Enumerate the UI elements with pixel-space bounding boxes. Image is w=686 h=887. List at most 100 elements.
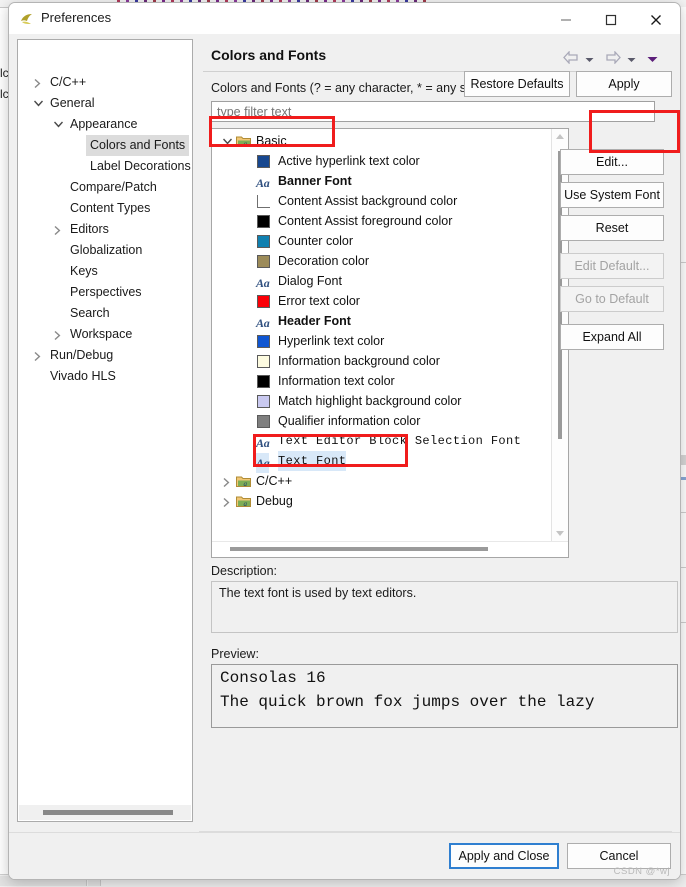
sidebar-item-vivado-hls[interactable]: Vivado HLS (18, 366, 192, 387)
watermark-text: CSDN @*wj (613, 866, 670, 877)
tree-row[interactable]: a Debug (212, 491, 551, 511)
sidebar-scroll-thumb[interactable] (43, 810, 173, 815)
tree-row[interactable]: Error text color (212, 291, 551, 311)
chevron-right-icon[interactable] (30, 345, 46, 366)
tree-row[interactable]: Aa Header Font (212, 311, 551, 331)
sidebar-item-run-debug[interactable]: Run/Debug (18, 345, 192, 366)
sidebar-item-label: Content Types (70, 201, 151, 215)
tree-row[interactable]: Match highlight background color (212, 391, 551, 411)
chevron-right-icon[interactable] (220, 491, 234, 511)
sidebar-item-label: C/C++ (50, 75, 87, 89)
dialog-footer: Apply and Close Cancel CSDN @*wj (9, 832, 680, 879)
colors-fonts-filter-input[interactable] (211, 101, 655, 122)
sidebar-item-label-decorations[interactable]: Label Decorations (18, 156, 192, 177)
tree-item-label: Decoration color (278, 254, 370, 268)
colors-and-fonts-tree[interactable]: a Basic Active hyperlink text color Aa Banne… (211, 128, 569, 558)
use-system-font-button[interactable]: Use System Font (560, 182, 664, 208)
preview-line: The quick brown fox jumps over the lazy (220, 693, 595, 711)
tree-row[interactable]: Aa Text Font (212, 451, 551, 473)
sidebar-item-label: Workspace (70, 327, 133, 341)
edit-button[interactable]: Edit... (560, 149, 664, 175)
back-menu-chevron-down-icon[interactable] (585, 52, 594, 66)
sidebar-item-appearance[interactable]: Appearance (18, 114, 192, 135)
description-text: The text font is used by text editors. (219, 586, 417, 600)
tree-row[interactable]: Aa Dialog Font (212, 271, 551, 291)
chevron-down-icon[interactable] (220, 131, 234, 151)
sidebar-item-editors[interactable]: Editors (18, 219, 192, 240)
apply-and-close-button[interactable]: Apply and Close (449, 843, 559, 869)
forward-menu-chevron-down-icon[interactable] (627, 52, 636, 66)
navigation-controls (563, 50, 666, 71)
sidebar-item-compare-patch[interactable]: Compare/Patch (18, 177, 192, 198)
sidebar-item-content-types[interactable]: Content Types (18, 198, 192, 219)
maximize-icon[interactable] (589, 3, 634, 34)
svg-text:a: a (244, 480, 248, 488)
tree-item-label: Qualifier information color (278, 414, 421, 428)
back-arrow-icon[interactable] (563, 50, 579, 67)
chevron-right-icon[interactable] (50, 219, 66, 240)
dialog-title-bar: Preferences (9, 3, 680, 35)
preview-box: Consolas 16 The quick brown fox jumps ov… (211, 664, 678, 728)
scroll-down-arrow-icon[interactable] (556, 531, 564, 536)
chevron-right-icon[interactable] (30, 72, 46, 93)
restore-defaults-button[interactable]: Restore Defaults (464, 71, 570, 97)
tree-row[interactable]: a C/C++ (212, 471, 551, 491)
main-panel: Colors and Fonts Colors and Fonts (? = a… (199, 39, 678, 827)
sidebar-item-c-c[interactable]: C/C++ (18, 72, 192, 93)
tree-item-label: Information background color (278, 354, 440, 368)
sidebar-item-workspace[interactable]: Workspace (18, 324, 192, 345)
chevron-down-icon[interactable] (30, 93, 46, 114)
sidebar-item-colors-and-fonts[interactable]: Colors and Fonts (18, 135, 192, 156)
apply-button[interactable]: Apply (576, 71, 672, 97)
tree-group-label: Basic (256, 134, 287, 148)
tree-row[interactable]: Aa Banner Font (212, 171, 551, 191)
color-swatch (257, 355, 270, 368)
color-swatch (257, 295, 270, 308)
tree-item-label: Match highlight background color (278, 394, 462, 408)
sidebar-item-label: Perspectives (70, 285, 142, 299)
font-sample-icon: Aa (256, 316, 270, 330)
sidebar-horizontal-scrollbar[interactable] (19, 805, 191, 820)
sidebar-item-globalization[interactable]: Globalization (18, 240, 192, 261)
tree-item-label: Banner Font (278, 174, 352, 188)
tree-item-label: Dialog Font (278, 274, 342, 288)
close-icon[interactable] (634, 3, 679, 34)
sidebar-item-search[interactable]: Search (18, 303, 192, 324)
tree-row[interactable]: Content Assist background color (212, 191, 551, 211)
color-swatch (257, 215, 270, 228)
sidebar-item-label: Appearance (70, 117, 138, 131)
tree-group-label: C/C++ (256, 474, 293, 488)
tree-horizontal-scrollbar[interactable] (212, 541, 568, 557)
forward-arrow-icon[interactable] (605, 50, 621, 67)
chevron-right-icon[interactable] (50, 324, 66, 345)
tree-row[interactable]: Content Assist foreground color (212, 211, 551, 231)
folder-font-icon: a (236, 474, 252, 488)
font-sample-icon: Aa (256, 276, 270, 290)
scroll-up-arrow-icon[interactable] (556, 134, 564, 139)
minimize-icon[interactable] (544, 3, 589, 34)
sidebar-item-label: Run/Debug (50, 348, 114, 362)
sidebar-item-perspectives[interactable]: Perspectives (18, 282, 192, 303)
tree-row[interactable]: Information text color (212, 371, 551, 391)
tree-row[interactable]: Hyperlink text color (212, 331, 551, 351)
expand-all-button[interactable]: Expand All (560, 324, 664, 350)
tree-row[interactable]: Active hyperlink text color (212, 151, 551, 171)
reset-button[interactable]: Reset (560, 215, 664, 241)
chevron-right-icon[interactable] (220, 471, 234, 491)
tree-row[interactable]: Counter color (212, 231, 551, 251)
tree-item-label: Content Assist foreground color (278, 214, 453, 228)
sidebar-item-label: General (50, 96, 95, 110)
sidebar-item-keys[interactable]: Keys (18, 261, 192, 282)
sidebar-tree[interactable]: C/C++ General Appearance Colors and Fonts La… (17, 39, 193, 822)
tree-row[interactable]: a Basic (212, 131, 551, 151)
overflow-chevron-down-filled-icon[interactable] (647, 52, 658, 66)
tree-hscroll-thumb[interactable] (230, 547, 488, 551)
tree-row[interactable]: Information background color (212, 351, 551, 371)
tree-row[interactable]: Qualifier information color (212, 411, 551, 431)
tree-row[interactable]: Decoration color (212, 251, 551, 271)
sidebar-item-general[interactable]: General (18, 93, 192, 114)
chevron-down-icon[interactable] (50, 114, 66, 135)
font-sample-icon: Aa (256, 453, 270, 473)
tree-row[interactable]: Aa Text Editor Block Selection Font (212, 431, 551, 451)
preferences-dialog: Preferences C/C++ General Appearance Colors… (8, 2, 681, 880)
